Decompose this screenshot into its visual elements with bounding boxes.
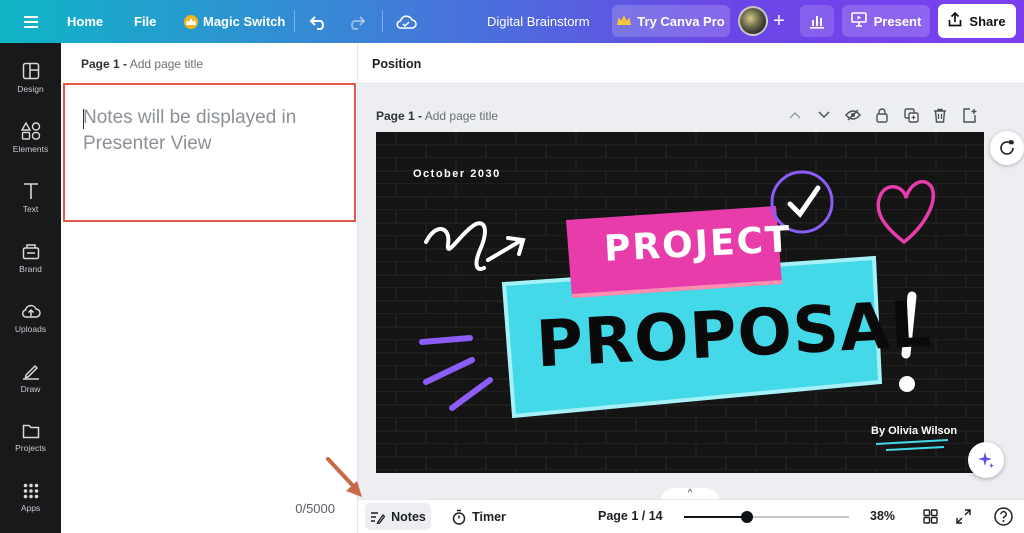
brand-icon bbox=[22, 244, 39, 260]
hide-page-icon[interactable] bbox=[844, 106, 862, 124]
notes-character-count: 0/5000 bbox=[295, 501, 335, 516]
notes-label: Notes bbox=[391, 509, 426, 524]
zoom-slider-handle[interactable] bbox=[740, 511, 753, 523]
timer-button[interactable]: Timer bbox=[446, 503, 512, 530]
present-icon bbox=[850, 12, 867, 30]
share-label: Share bbox=[969, 13, 1006, 29]
left-sidebar: Design Elements Text Brand Uploads Draw … bbox=[0, 43, 61, 533]
page-tools bbox=[786, 106, 978, 124]
sidebar-item-apps[interactable]: Apps bbox=[0, 469, 61, 527]
analytics-icon[interactable] bbox=[800, 5, 834, 37]
timer-icon bbox=[452, 509, 466, 525]
sidebar-item-label: Brand bbox=[19, 264, 42, 274]
annotation-arrow-icon bbox=[326, 457, 362, 497]
notes-page-label: Page 1 - bbox=[81, 57, 128, 71]
shapes-icon bbox=[20, 122, 40, 140]
notes-textarea[interactable]: Notes will be displayed in Presenter Vie… bbox=[63, 83, 356, 222]
zoom-slider[interactable] bbox=[684, 511, 849, 523]
crown-icon bbox=[184, 14, 198, 29]
delete-icon[interactable] bbox=[931, 106, 949, 124]
sidebar-item-label: Draw bbox=[20, 384, 41, 394]
refresh-icon bbox=[1000, 140, 1014, 155]
top-toolbar: Home File Magic Switch Digital Brainstor… bbox=[0, 0, 1024, 43]
duplicate-page-icon[interactable] bbox=[902, 106, 920, 124]
toolbar-divider bbox=[382, 10, 383, 32]
sidebar-item-brand[interactable]: Brand bbox=[0, 229, 61, 287]
sidebar-item-draw[interactable]: Draw bbox=[0, 349, 61, 407]
sidebar-item-label: Uploads bbox=[14, 324, 47, 334]
zoom-slider-fill bbox=[684, 516, 747, 518]
slide-date-text: October 2030 bbox=[413, 168, 501, 180]
position-button[interactable]: Position bbox=[372, 57, 421, 71]
menu-icon[interactable] bbox=[22, 0, 40, 43]
refresh-comments-button[interactable] bbox=[990, 131, 1024, 165]
canvas-area: Position Page 1 - Add page title October… bbox=[358, 43, 1024, 502]
add-people-icon[interactable]: + bbox=[766, 6, 792, 36]
sidebar-item-elements[interactable]: Elements bbox=[0, 109, 61, 167]
chevron-up-icon: ^ bbox=[687, 488, 693, 499]
undo-icon[interactable] bbox=[309, 0, 329, 43]
context-toolbar: Position bbox=[358, 43, 1024, 84]
sparkle-icon bbox=[978, 452, 994, 468]
text-icon bbox=[23, 183, 38, 199]
notes-page-title-placeholder: Add page title bbox=[129, 57, 204, 71]
slide-canvas[interactable]: October 2030 PROJECT PROPOSAL By Olivia … bbox=[376, 132, 984, 473]
timer-label: Timer bbox=[472, 509, 506, 524]
page-title-placeholder: Add page title bbox=[424, 109, 499, 123]
try-canva-pro-button[interactable]: Try Canva Pro bbox=[612, 5, 730, 37]
cloud-saved-icon[interactable] bbox=[395, 0, 417, 43]
slide-author-text: By Olivia Wilson bbox=[871, 425, 958, 437]
notes-panel: Page 1 - Add page title Notes will be di… bbox=[61, 43, 358, 533]
document-title[interactable]: Digital Brainstorm bbox=[487, 0, 590, 43]
sidebar-item-projects[interactable]: Projects bbox=[0, 409, 61, 467]
toolbar-divider bbox=[294, 10, 295, 32]
bottom-bar: Notes Timer Page 1 / 14 38% bbox=[358, 499, 1024, 533]
page-label: Page 1 - bbox=[376, 109, 423, 123]
present-button[interactable]: Present bbox=[842, 5, 930, 37]
share-icon bbox=[948, 11, 962, 30]
avatar[interactable] bbox=[738, 6, 768, 36]
layout-icon bbox=[22, 62, 39, 80]
sidebar-item-uploads[interactable]: Uploads bbox=[0, 289, 61, 347]
upload-icon bbox=[21, 304, 41, 318]
share-button[interactable]: Share bbox=[938, 4, 1016, 38]
draw-icon bbox=[22, 364, 39, 380]
notes-button[interactable]: Notes bbox=[365, 503, 431, 530]
sidebar-item-label: Projects bbox=[15, 443, 46, 453]
zoom-level[interactable]: 38% bbox=[870, 509, 895, 523]
file-menu[interactable]: File bbox=[134, 0, 156, 43]
help-icon[interactable] bbox=[993, 506, 1013, 526]
sidebar-item-text[interactable]: Text bbox=[0, 169, 61, 227]
notes-icon bbox=[371, 511, 386, 524]
chevron-down-icon[interactable] bbox=[815, 106, 833, 124]
sidebar-item-design[interactable]: Design bbox=[0, 49, 61, 107]
add-page-icon[interactable] bbox=[960, 106, 978, 124]
magic-switch-label: Magic Switch bbox=[203, 14, 286, 29]
page-title[interactable]: Page 1 - Add page title bbox=[376, 109, 498, 123]
magic-assistant-button[interactable] bbox=[968, 442, 1004, 478]
notes-placeholder: Notes will be displayed in Presenter Vie… bbox=[83, 107, 297, 154]
grid-view-icon[interactable] bbox=[920, 506, 940, 526]
crown-icon bbox=[617, 14, 632, 29]
lock-icon[interactable] bbox=[873, 106, 891, 124]
sidebar-item-label: Elements bbox=[12, 144, 49, 154]
present-label: Present bbox=[873, 13, 922, 29]
home-button[interactable]: Home bbox=[67, 0, 103, 43]
folder-icon bbox=[22, 424, 39, 439]
page-counter[interactable]: Page 1 / 14 bbox=[598, 509, 663, 523]
sidebar-item-label: Apps bbox=[20, 503, 41, 513]
fullscreen-icon[interactable] bbox=[953, 506, 973, 526]
apps-icon bbox=[23, 483, 38, 499]
sidebar-item-label: Text bbox=[22, 204, 39, 214]
sidebar-item-label: Design bbox=[17, 84, 44, 94]
magic-switch-button[interactable]: Magic Switch bbox=[184, 0, 285, 43]
redo-icon[interactable] bbox=[346, 0, 366, 43]
notes-page-title[interactable]: Page 1 - Add page title bbox=[81, 57, 203, 71]
try-canva-pro-label: Try Canva Pro bbox=[637, 13, 725, 29]
chevron-up-icon[interactable] bbox=[786, 106, 804, 124]
